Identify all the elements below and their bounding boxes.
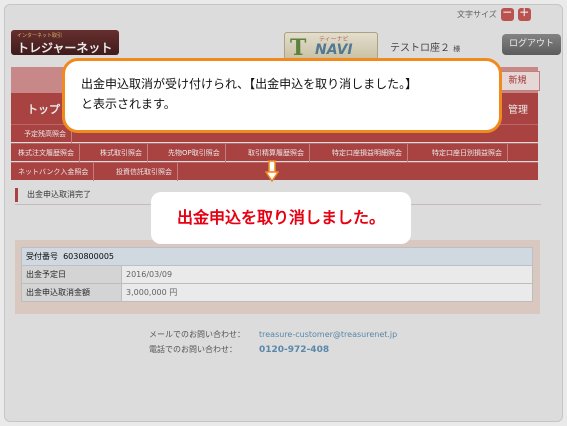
- font-size-increase-button[interactable]: ＋: [517, 8, 531, 21]
- instruction-callout: 出金申込取消が受け付けられ、【出金申込を取り消しました。】 と表示されます。: [62, 58, 502, 133]
- account-name: テストロ座２ 様: [390, 39, 460, 54]
- details-table: 受付番号 6030800005 出金予定日 2016/03/09 出金申込取消金…: [21, 247, 533, 302]
- receipt-cell: 受付番号 6030800005: [21, 247, 533, 266]
- callout-line-1: 出金申込取消が受け付けられ、【出金申込を取り消しました。】: [81, 77, 418, 91]
- receipt-number: 6030800005: [63, 252, 114, 261]
- contact-tel-label: 電話でのお問い合わせ：: [149, 345, 237, 354]
- font-size-label: 文字サイズ: [457, 10, 497, 19]
- contact-tel-link[interactable]: 0120-972-408: [259, 345, 329, 355]
- subnav-item-futures-op-trades[interactable]: 先物OP取引照会: [163, 144, 226, 162]
- table-row: 出金申込取消金額 3,000,000 円: [21, 283, 533, 302]
- subnav-item-balance[interactable]: 予定残高照会: [19, 125, 72, 143]
- contact-mail-label: メールでのお問い合わせ：: [149, 330, 245, 339]
- down-arrow-icon: [265, 160, 279, 182]
- withdrawal-date-label: 出金予定日: [21, 265, 122, 284]
- contact-mail-link[interactable]: treasure-customer@treasurenet.jp: [259, 330, 397, 339]
- result-message: 出金申込を取り消しました。: [151, 192, 411, 244]
- subnav-item-stock-trades[interactable]: 株式取引照会: [95, 144, 148, 162]
- nav-top-link[interactable]: トップ: [27, 101, 60, 117]
- tnavi-word: NAVI: [315, 42, 353, 58]
- account-suffix: 様: [453, 45, 461, 53]
- page-title: 出金申込取消完了: [15, 188, 91, 202]
- table-row: 出金予定日 2016/03/09: [21, 265, 533, 284]
- logout-button[interactable]: ログアウト: [502, 34, 561, 55]
- tnavi-banner[interactable]: T ティーナビ NAVI: [284, 32, 378, 61]
- receipt-label: 受付番号: [26, 252, 58, 261]
- receipt-row: 受付番号 6030800005: [21, 247, 533, 266]
- logo-subtitle: インターネット取引: [17, 33, 63, 39]
- cancel-amount-value: 3,000,000 円: [121, 283, 533, 302]
- subnav-item-fund-trades[interactable]: 投資信託取引照会: [111, 163, 178, 181]
- logo-title: トレジャーネット: [17, 41, 113, 55]
- contact-info: メールでのお問い合わせ： treasure-customer@treasurene…: [149, 327, 397, 358]
- withdrawal-date-value: 2016/03/09: [121, 265, 533, 284]
- subnav-item-netbank-deposit[interactable]: ネットバンク入金照会: [13, 163, 95, 181]
- subnav-item-stock-order-history[interactable]: 株式注文履歴照会: [13, 144, 80, 162]
- subnav-item-pl-detail[interactable]: 特定口座損益明細照会: [327, 144, 408, 162]
- account-name-text: テストロ座２: [390, 43, 450, 54]
- cancel-amount-label: 出金申込取消金額: [21, 283, 122, 302]
- subnav-item-daily-pl[interactable]: 特定口座日別損益照会: [427, 144, 508, 162]
- callout-line-2: と表示されます。: [81, 97, 176, 111]
- nav-manage-link[interactable]: 管理: [508, 101, 528, 116]
- subnav-row-2: 株式注文履歴照会 株式取引照会 先物OP取引照会 取引精算履歴照会 特定口座損益…: [11, 143, 538, 162]
- font-size-control: 文字サイズ － ＋: [457, 8, 531, 21]
- font-size-decrease-button[interactable]: －: [500, 8, 514, 21]
- brand-logo[interactable]: インターネット取引 トレジャーネット: [11, 30, 119, 55]
